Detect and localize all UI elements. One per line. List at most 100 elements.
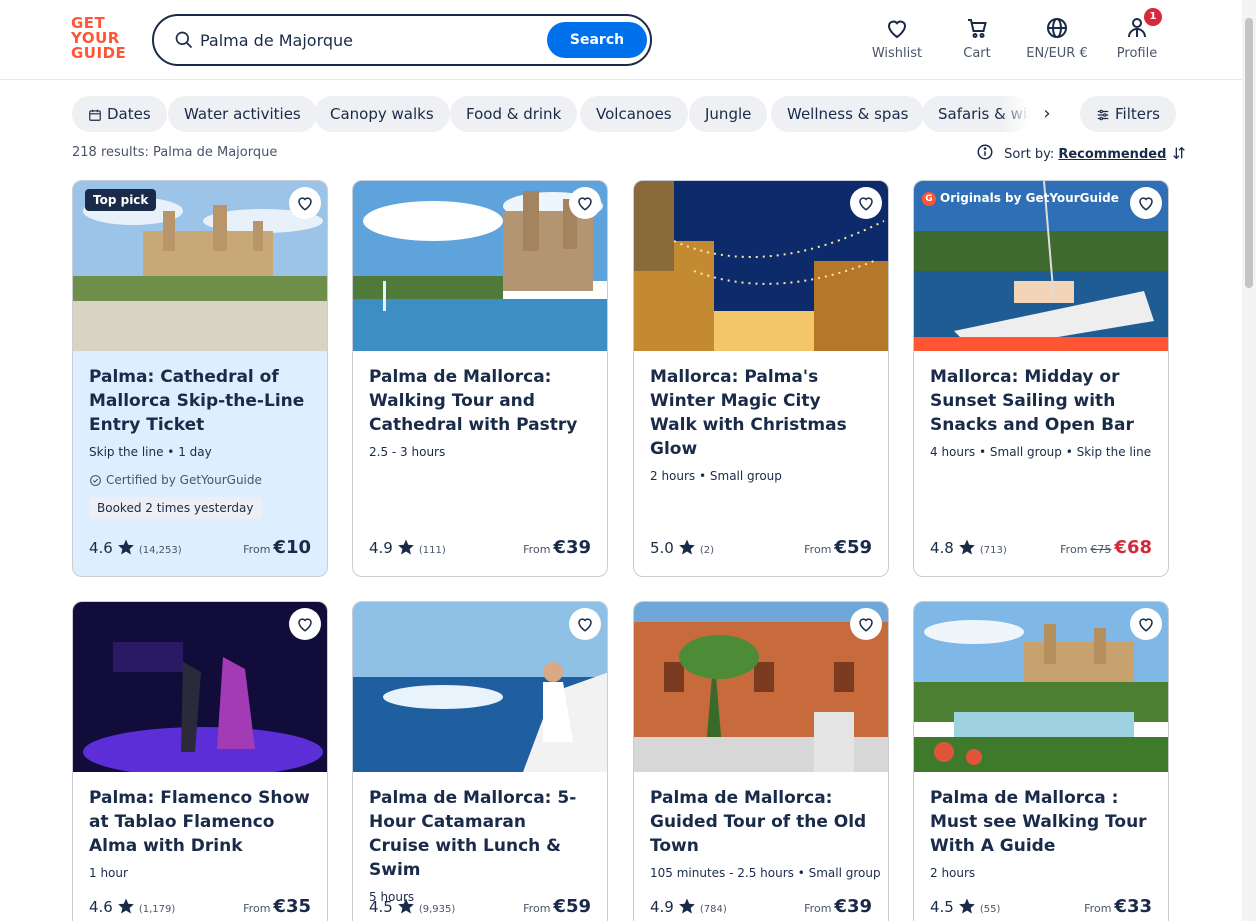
booked-badge: Booked 2 times yesterday: [89, 497, 262, 519]
wishlist-heart-button[interactable]: [569, 608, 601, 640]
chevron-right-icon[interactable]: ›: [1036, 104, 1058, 124]
sort-label: Sort by:: [1004, 147, 1055, 162]
heart-icon: [859, 197, 873, 211]
language-currency-button[interactable]: EN/EUR €: [1020, 14, 1094, 64]
wishlist-heart-button[interactable]: [569, 187, 601, 219]
card-image: Top pick: [73, 181, 327, 351]
price: From €35: [243, 896, 311, 917]
cart-label: Cart: [963, 46, 991, 61]
chip-volcanoes[interactable]: Volcanoes: [580, 96, 688, 132]
sort-value[interactable]: Recommended: [1058, 147, 1166, 162]
cart-button[interactable]: Cart: [952, 14, 1002, 64]
heart-icon: [578, 197, 592, 211]
card-title[interactable]: Mallorca: Midday or Sunset Sailing with …: [930, 365, 1152, 437]
card-image: [634, 602, 888, 772]
card-image: [353, 602, 607, 772]
filters-button[interactable]: Filters: [1080, 96, 1176, 132]
wishlist-heart-button[interactable]: [850, 608, 882, 640]
star-icon: [117, 898, 134, 914]
chip-water-activities[interactable]: Water activities: [168, 96, 317, 132]
notification-badge: 1: [1144, 8, 1162, 26]
card-footer: 4.5 (9,935) From €59: [369, 895, 591, 919]
chip-label: Wellness & spas: [787, 105, 909, 123]
card-meta: Skip the line • 1 day: [89, 445, 212, 459]
price: From €33: [1084, 896, 1152, 917]
card-title[interactable]: Palma de Mallorca: Walking Tour and Cath…: [369, 365, 591, 437]
price: From €10: [243, 537, 311, 558]
language-label: EN/EUR €: [1026, 46, 1088, 61]
card-title[interactable]: Palma de Mallorca: 5-Hour Catamaran Crui…: [369, 786, 591, 882]
card-footer: 4.9 (784) From €39: [650, 895, 872, 919]
heart-icon: [859, 618, 873, 632]
activity-card[interactable]: Palma de Mallorca : Must see Walking Tou…: [913, 601, 1169, 921]
activity-card[interactable]: Top pick Palma: Cathedral of Mallorca Sk…: [72, 180, 328, 577]
chip-label: Volcanoes: [596, 105, 672, 123]
card-footer: 5.0 (2) From €59: [650, 536, 872, 560]
originals-badge: G Originals by GetYourGuide: [922, 191, 1119, 206]
wishlist-label: Wishlist: [871, 46, 923, 61]
wishlist-heart-button[interactable]: [850, 187, 882, 219]
chip-canopy-walks[interactable]: Canopy walks: [314, 96, 450, 132]
star-icon: [958, 898, 975, 914]
profile-button[interactable]: 1 Profile: [1112, 8, 1162, 64]
search-button[interactable]: Search: [547, 22, 647, 58]
card-image: G Originals by GetYourGuide: [914, 181, 1168, 351]
heart-icon: [298, 197, 312, 211]
calendar-icon: [89, 109, 101, 121]
activity-card[interactable]: Palma de Mallorca: Walking Tour and Cath…: [352, 180, 608, 577]
profile-label: Profile: [1116, 46, 1158, 61]
wishlist-heart-button[interactable]: [289, 187, 321, 219]
activity-card[interactable]: G Originals by GetYourGuide Mallorca: Mid…: [913, 180, 1169, 577]
wishlist-heart-button[interactable]: [1130, 608, 1162, 640]
filters-label: Filters: [1115, 105, 1160, 123]
old-price: €75: [1090, 543, 1112, 556]
getyourguide-g-icon: G: [922, 192, 936, 206]
card-meta: 4 hours • Small group • Skip the line: [930, 445, 1152, 459]
chip-wellness-spas[interactable]: Wellness & spas: [771, 96, 925, 132]
wishlist-heart-button[interactable]: [289, 608, 321, 640]
rating: 4.6 (1,179): [89, 898, 176, 916]
activity-card[interactable]: Palma: Flamenco Show at Tablao Flamenco …: [72, 601, 328, 921]
card-title[interactable]: Palma de Mallorca : Must see Walking Tou…: [930, 786, 1152, 858]
chip-label: Food & drink: [466, 105, 562, 123]
card-title[interactable]: Mallorca: Palma's Winter Magic City Walk…: [650, 365, 872, 461]
info-icon[interactable]: [976, 143, 994, 161]
getyourguide-logo[interactable]: GET YOUR GUIDE: [71, 16, 131, 64]
card-meta: 2 hours: [930, 866, 976, 880]
chip-label: Dates: [107, 105, 151, 123]
sort-control[interactable]: Sort by: Recommended: [976, 143, 1187, 162]
card-footer: 4.5 (55) From €33: [930, 895, 1152, 919]
rating: 4.8 (713): [930, 539, 1007, 557]
card-title[interactable]: Palma: Flamenco Show at Tablao Flamenco …: [89, 786, 311, 858]
results-count: 218 results: Palma de Majorque: [72, 145, 278, 160]
page-scrollbar[interactable]: [1242, 0, 1256, 921]
card-meta: 105 minutes - 2.5 hours • Small group: [650, 866, 881, 880]
sale-price: €68: [1114, 537, 1152, 558]
star-icon: [397, 898, 414, 914]
card-image: [634, 181, 888, 351]
chip-food-drink[interactable]: Food & drink: [450, 96, 578, 132]
heart-icon: [1139, 618, 1153, 632]
activity-card[interactable]: Palma de Mallorca: Guided Tour of the Ol…: [633, 601, 889, 921]
card-title[interactable]: Palma: Cathedral of Mallorca Skip-the-Li…: [89, 365, 311, 437]
wishlist-heart-button[interactable]: [1130, 187, 1162, 219]
chip-label: Water activities: [184, 105, 301, 123]
activity-card[interactable]: Mallorca: Palma's Winter Magic City Walk…: [633, 180, 889, 577]
search-input[interactable]: [200, 27, 530, 53]
star-icon: [397, 539, 414, 555]
chip-jungle[interactable]: Jungle: [689, 96, 768, 132]
search-bar: Search: [152, 14, 652, 66]
activity-card[interactable]: Palma de Mallorca: 5-Hour Catamaran Crui…: [352, 601, 608, 921]
card-meta: 2 hours • Small group: [650, 469, 782, 483]
price: From €59: [523, 896, 591, 917]
wishlist-button[interactable]: Wishlist: [866, 14, 928, 64]
price: From €39: [804, 896, 872, 917]
card-footer: 4.9 (111) From €39: [369, 536, 591, 560]
scrollbar-thumb[interactable]: [1245, 18, 1253, 288]
card-title[interactable]: Palma de Mallorca: Guided Tour of the Ol…: [650, 786, 872, 858]
heart-icon: [578, 618, 592, 632]
heart-icon: [298, 618, 312, 632]
filters-icon: [1097, 109, 1109, 121]
chip-dates[interactable]: Dates: [72, 96, 167, 132]
card-footer: 4.6 (1,179) From €35: [89, 895, 311, 919]
